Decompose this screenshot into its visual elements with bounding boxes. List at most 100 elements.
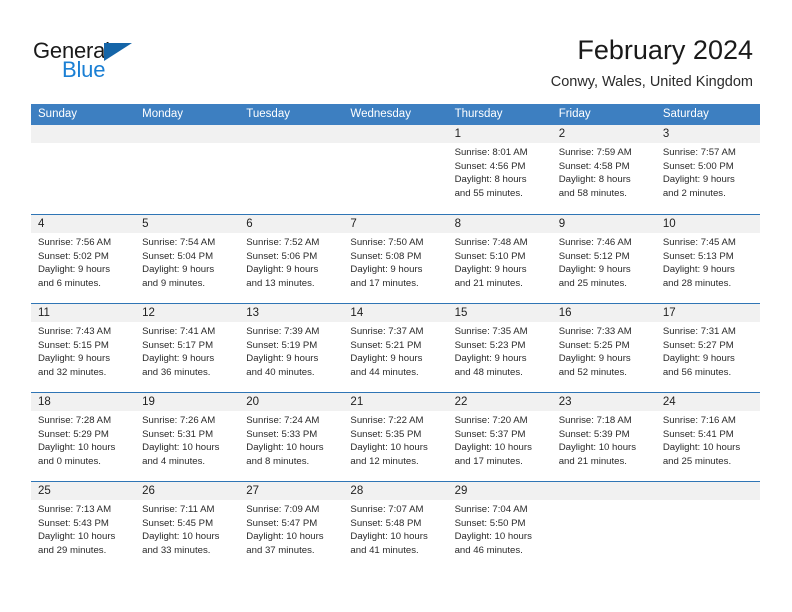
sunset-text: Sunset: 5:39 PM <box>558 428 630 440</box>
sunset-text: Sunset: 5:27 PM <box>662 339 734 351</box>
daylight-text-line2: and 9 minutes. <box>142 277 206 289</box>
day-cell[interactable]: 16 Sunrise: 7:33 AM Sunset: 5:25 PM Dayl… <box>551 304 656 392</box>
day-cell[interactable]: 4 Sunrise: 7:56 AM Sunset: 5:02 PM Dayli… <box>31 215 136 303</box>
day-cell[interactable]: 17 Sunrise: 7:31 AM Sunset: 5:27 PM Dayl… <box>655 304 760 392</box>
day-cell[interactable]: 26 Sunrise: 7:11 AM Sunset: 5:45 PM Dayl… <box>135 482 240 570</box>
day-cell[interactable] <box>135 125 240 214</box>
day-cell[interactable]: 11 Sunrise: 7:43 AM Sunset: 5:15 PM Dayl… <box>31 304 136 392</box>
sunset-text: Sunset: 5:17 PM <box>142 339 214 351</box>
day-cell[interactable]: 15 Sunrise: 7:35 AM Sunset: 5:23 PM Dayl… <box>447 304 552 392</box>
day-number <box>31 125 136 143</box>
day-cell[interactable]: 23 Sunrise: 7:18 AM Sunset: 5:39 PM Dayl… <box>551 393 656 481</box>
day-details: Sunrise: 7:41 AM Sunset: 5:17 PM Dayligh… <box>135 322 239 379</box>
day-number: 1 <box>447 125 552 143</box>
day-cell[interactable] <box>343 125 448 214</box>
day-details: Sunrise: 7:48 AM Sunset: 5:10 PM Dayligh… <box>448 233 552 290</box>
day-cell[interactable]: 3 Sunrise: 7:57 AM Sunset: 5:00 PM Dayli… <box>655 125 760 214</box>
calendar-week-row: 4 Sunrise: 7:56 AM Sunset: 5:02 PM Dayli… <box>31 214 760 303</box>
day-details: Sunrise: 7:28 AM Sunset: 5:29 PM Dayligh… <box>31 411 135 468</box>
daylight-text-line2: and 21 minutes. <box>454 277 523 289</box>
day-number: 18 <box>31 393 136 411</box>
day-cell[interactable]: 10 Sunrise: 7:45 AM Sunset: 5:13 PM Dayl… <box>655 215 760 303</box>
daylight-text-line2: and 8 minutes. <box>246 455 310 467</box>
day-cell[interactable]: 25 Sunrise: 7:13 AM Sunset: 5:43 PM Dayl… <box>31 482 136 570</box>
sunrise-text: Sunrise: 7:35 AM <box>454 326 528 337</box>
day-cell[interactable]: 29 Sunrise: 7:04 AM Sunset: 5:50 PM Dayl… <box>447 482 552 570</box>
day-cell[interactable] <box>239 125 344 214</box>
sunrise-text: Sunrise: 7:18 AM <box>558 415 632 426</box>
daylight-text-line2: and 12 minutes. <box>350 455 419 467</box>
calendar-week-row: 25 Sunrise: 7:13 AM Sunset: 5:43 PM Dayl… <box>31 481 760 570</box>
sunset-text: Sunset: 5:47 PM <box>246 517 318 529</box>
day-cell[interactable]: 9 Sunrise: 7:46 AM Sunset: 5:12 PM Dayli… <box>551 215 656 303</box>
sunrise-text: Sunrise: 7:59 AM <box>558 147 632 158</box>
day-cell[interactable]: 12 Sunrise: 7:41 AM Sunset: 5:17 PM Dayl… <box>135 304 240 392</box>
day-cell[interactable]: 27 Sunrise: 7:09 AM Sunset: 5:47 PM Dayl… <box>239 482 344 570</box>
day-number: 17 <box>655 304 760 322</box>
day-cell[interactable]: 13 Sunrise: 7:39 AM Sunset: 5:19 PM Dayl… <box>239 304 344 392</box>
general-blue-logo[interactable]: General Blue <box>33 38 243 88</box>
day-cell[interactable]: 19 Sunrise: 7:26 AM Sunset: 5:31 PM Dayl… <box>135 393 240 481</box>
day-details: Sunrise: 7:52 AM Sunset: 5:06 PM Dayligh… <box>239 233 343 290</box>
daylight-text-line1: Daylight: 9 hours <box>38 264 110 276</box>
sunset-text: Sunset: 5:37 PM <box>454 428 526 440</box>
logo-text-blue: Blue <box>62 57 106 82</box>
sunrise-text: Sunrise: 7:26 AM <box>142 415 216 426</box>
day-cell[interactable]: 24 Sunrise: 7:16 AM Sunset: 5:41 PM Dayl… <box>655 393 760 481</box>
calendar-table: Sunday Monday Tuesday Wednesday Thursday… <box>31 104 760 570</box>
day-cell[interactable]: 7 Sunrise: 7:50 AM Sunset: 5:08 PM Dayli… <box>343 215 448 303</box>
daylight-text-line2: and 25 minutes. <box>662 455 732 467</box>
calendar-page: General Blue February 2024 Conwy, Wales,… <box>0 0 792 612</box>
day-cell[interactable]: 21 Sunrise: 7:22 AM Sunset: 5:35 PM Dayl… <box>343 393 448 481</box>
sunrise-text: Sunrise: 7:11 AM <box>142 504 215 515</box>
sunrise-text: Sunrise: 7:22 AM <box>350 415 424 426</box>
day-cell[interactable]: 14 Sunrise: 7:37 AM Sunset: 5:21 PM Dayl… <box>343 304 448 392</box>
day-details <box>135 143 239 146</box>
day-details: Sunrise: 7:04 AM Sunset: 5:50 PM Dayligh… <box>448 500 552 557</box>
day-details: Sunrise: 7:46 AM Sunset: 5:12 PM Dayligh… <box>552 233 656 290</box>
sunset-text: Sunset: 5:29 PM <box>38 428 109 440</box>
weekday-header-sunday: Sunday <box>38 108 78 120</box>
day-cell[interactable]: 28 Sunrise: 7:07 AM Sunset: 5:48 PM Dayl… <box>343 482 448 570</box>
day-details <box>343 143 447 146</box>
day-cell[interactable]: 5 Sunrise: 7:54 AM Sunset: 5:04 PM Dayli… <box>135 215 240 303</box>
sunrise-text: Sunrise: 7:48 AM <box>454 237 528 248</box>
daylight-text-line2: and 29 minutes. <box>38 544 107 556</box>
day-cell[interactable]: 1 Sunrise: 8:01 AM Sunset: 4:56 PM Dayli… <box>447 125 552 214</box>
sunrise-text: Sunrise: 7:31 AM <box>662 326 736 337</box>
day-number: 16 <box>551 304 656 322</box>
day-cell[interactable]: 2 Sunrise: 7:59 AM Sunset: 4:58 PM Dayli… <box>551 125 656 214</box>
day-number: 25 <box>31 482 136 500</box>
day-cell[interactable]: 8 Sunrise: 7:48 AM Sunset: 5:10 PM Dayli… <box>447 215 552 303</box>
day-details: Sunrise: 7:54 AM Sunset: 5:04 PM Dayligh… <box>135 233 239 290</box>
sunset-text: Sunset: 5:35 PM <box>350 428 422 440</box>
day-cell[interactable] <box>551 482 656 570</box>
sunset-text: Sunset: 5:43 PM <box>38 517 109 529</box>
day-details: Sunrise: 7:16 AM Sunset: 5:41 PM Dayligh… <box>656 411 760 468</box>
day-cell[interactable]: 18 Sunrise: 7:28 AM Sunset: 5:29 PM Dayl… <box>31 393 136 481</box>
sunrise-text: Sunrise: 7:57 AM <box>662 147 736 158</box>
day-number: 5 <box>135 215 240 233</box>
day-details: Sunrise: 7:37 AM Sunset: 5:21 PM Dayligh… <box>343 322 447 379</box>
day-cell[interactable]: 6 Sunrise: 7:52 AM Sunset: 5:06 PM Dayli… <box>239 215 344 303</box>
daylight-text-line2: and 46 minutes. <box>454 544 523 556</box>
sunset-text: Sunset: 4:58 PM <box>558 160 630 172</box>
day-details: Sunrise: 7:59 AM Sunset: 4:58 PM Dayligh… <box>552 143 656 200</box>
sunset-text: Sunset: 5:33 PM <box>246 428 318 440</box>
daylight-text-line2: and 52 minutes. <box>558 366 627 378</box>
title-block: February 2024 Conwy, Wales, United Kingd… <box>551 34 753 91</box>
day-cell[interactable] <box>31 125 136 214</box>
daylight-text-line1: Daylight: 8 hours <box>558 174 631 186</box>
daylight-text-line1: Daylight: 9 hours <box>350 353 423 365</box>
daylight-text-line1: Daylight: 8 hours <box>454 174 527 186</box>
daylight-text-line1: Daylight: 10 hours <box>350 531 428 543</box>
daylight-text-line2: and 48 minutes. <box>454 366 523 378</box>
day-cell[interactable]: 22 Sunrise: 7:20 AM Sunset: 5:37 PM Dayl… <box>447 393 552 481</box>
day-cell[interactable]: 20 Sunrise: 7:24 AM Sunset: 5:33 PM Dayl… <box>239 393 344 481</box>
sunset-text: Sunset: 5:45 PM <box>142 517 214 529</box>
day-details: Sunrise: 7:33 AM Sunset: 5:25 PM Dayligh… <box>552 322 656 379</box>
day-cell[interactable] <box>655 482 760 570</box>
sunrise-text: Sunrise: 7:50 AM <box>350 237 424 248</box>
sunrise-text: Sunrise: 7:13 AM <box>38 504 112 515</box>
day-details: Sunrise: 7:13 AM Sunset: 5:43 PM Dayligh… <box>31 500 135 557</box>
